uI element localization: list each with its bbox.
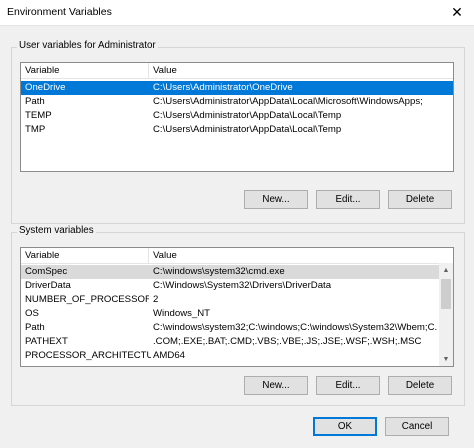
system-delete-button[interactable]: Delete — [388, 376, 452, 395]
system-var-row[interactable]: DriverData C:\Windows\System32\Drivers\D… — [21, 279, 439, 293]
variable-value: C:\Users\Administrator\AppData\Local\Tem… — [153, 110, 342, 121]
variable-name: ComSpec — [25, 266, 68, 277]
user-delete-button[interactable]: Delete — [388, 190, 452, 209]
user-variables-group: User variables for Administrator Variabl… — [11, 40, 465, 224]
variable-value: C:\Windows\System32\Drivers\DriverData — [153, 280, 332, 291]
user-var-row[interactable]: TMP C:\Users\Administrator\AppData\Local… — [21, 123, 453, 137]
system-edit-button[interactable]: Edit... — [316, 376, 380, 395]
scrollbar-thumb[interactable] — [441, 279, 451, 309]
user-var-row[interactable]: Path C:\Users\Administrator\AppData\Loca… — [21, 95, 453, 109]
variable-value: C:\Users\Administrator\AppData\Local\Tem… — [153, 124, 342, 135]
vertical-scrollbar[interactable]: ▲ ▼ — [439, 263, 453, 366]
user-variables-label: User variables for Administrator — [17, 40, 158, 51]
system-var-row[interactable]: PATHEXT .COM;.EXE;.BAT;.CMD;.VBS;.VBE;.J… — [21, 335, 439, 349]
system-variables-group: System variables Variable Value ComSpec … — [11, 225, 465, 406]
arrow-down-icon[interactable]: ▼ — [439, 352, 453, 366]
list-header: Variable Value — [21, 248, 453, 264]
variable-name: OS — [25, 308, 39, 319]
cancel-button[interactable]: Cancel — [385, 417, 449, 436]
system-variables-list[interactable]: Variable Value ComSpec C:\windows\system… — [20, 247, 454, 367]
variable-value: AMD64 — [153, 350, 185, 361]
variable-value: .COM;.EXE;.BAT;.CMD;.VBS;.VBE;.JS;.JSE;.… — [153, 336, 422, 347]
user-edit-button[interactable]: Edit... — [316, 190, 380, 209]
close-icon[interactable]: ✕ — [440, 0, 474, 25]
system-var-row[interactable]: ComSpec C:\windows\system32\cmd.exe — [21, 265, 439, 279]
list-header: Variable Value — [21, 63, 453, 79]
variable-name: Path — [25, 322, 45, 333]
variable-value: C:\Users\Administrator\OneDrive — [153, 82, 293, 93]
system-variables-label: System variables — [17, 225, 96, 236]
variable-name: TMP — [25, 124, 46, 135]
variable-name: DriverData — [25, 280, 71, 291]
user-var-row[interactable]: OneDrive C:\Users\Administrator\OneDrive — [21, 81, 453, 95]
variable-name: OneDrive — [25, 82, 66, 93]
variable-value: 2 — [153, 294, 159, 305]
variable-value: C:\windows\system32\cmd.exe — [153, 266, 285, 277]
variable-value: C:\Users\Administrator\AppData\Local\Mic… — [153, 96, 423, 107]
arrow-up-icon[interactable]: ▲ — [439, 263, 453, 277]
variable-name: NUMBER_OF_PROCESSORS — [25, 294, 149, 305]
column-variable[interactable]: Variable — [21, 63, 149, 78]
variable-name: PROCESSOR_ARCHITECTURE — [25, 350, 151, 361]
variable-name: Path — [25, 96, 45, 107]
variable-name: PATHEXT — [25, 336, 68, 347]
variable-value: Windows_NT — [153, 308, 211, 319]
title-bar: Environment Variables ✕ — [0, 0, 474, 26]
column-value[interactable]: Value — [149, 63, 453, 78]
window-title: Environment Variables — [7, 6, 112, 18]
system-new-button[interactable]: New... — [244, 376, 308, 395]
user-var-row[interactable]: TEMP C:\Users\Administrator\AppData\Loca… — [21, 109, 453, 123]
user-variables-list[interactable]: Variable Value OneDrive C:\Users\Adminis… — [20, 62, 454, 172]
user-new-button[interactable]: New... — [244, 190, 308, 209]
system-var-row[interactable]: NUMBER_OF_PROCESSORS 2 — [21, 293, 439, 307]
system-var-row[interactable]: OS Windows_NT — [21, 307, 439, 321]
ok-button[interactable]: OK — [313, 417, 377, 436]
column-value[interactable]: Value — [149, 248, 453, 263]
system-var-row[interactable]: PROCESSOR_ARCHITECTURE AMD64 — [21, 349, 439, 363]
column-variable[interactable]: Variable — [21, 248, 149, 263]
system-var-row[interactable]: Path C:\windows\system32;C:\windows;C:\w… — [21, 321, 439, 335]
variable-name: TEMP — [25, 110, 52, 121]
variable-value: C:\windows\system32;C:\windows;C:\window… — [153, 322, 437, 333]
